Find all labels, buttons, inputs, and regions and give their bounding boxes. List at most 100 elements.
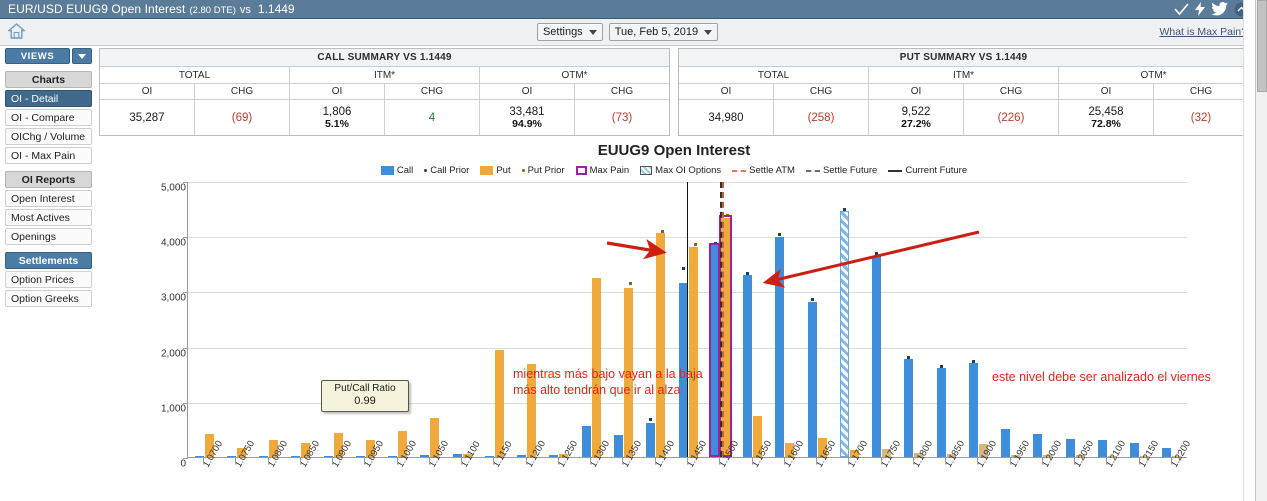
legend-swatch-square-icon xyxy=(380,166,394,175)
bar-put[interactable] xyxy=(656,233,666,457)
bar-call[interactable] xyxy=(775,236,785,457)
sidebar-item-option-prices[interactable]: Option Prices xyxy=(5,271,92,288)
summary-cell: 33,481 94.9% xyxy=(480,100,575,135)
y-axis-tick-mark xyxy=(183,237,188,239)
bar-call[interactable] xyxy=(613,434,623,457)
bar-call[interactable] xyxy=(484,455,494,457)
summary-cell-value: 9,522 xyxy=(901,105,931,118)
chart-title: EUUG9 Open Interest xyxy=(597,142,751,159)
bar-call[interactable] xyxy=(581,426,591,457)
summary-group-header: OTM* xyxy=(1059,67,1248,84)
summary-cell-value: 35,287 xyxy=(129,111,165,124)
legend-item-max-oi-options[interactable]: Max OI Options xyxy=(640,165,721,176)
bar-call[interactable] xyxy=(420,455,430,457)
legend-item-put-prior[interactable]: Put Prior xyxy=(521,165,565,176)
summary-tables: CALL SUMMARY VS 1.1449 TOTAL ITM* OTM* OI CHG… xyxy=(99,48,1249,136)
sidebar-item-oi-max-pain[interactable]: OI - Max Pain xyxy=(5,147,92,164)
summary-column-header: OI xyxy=(290,84,385,100)
bar-call[interactable] xyxy=(1033,434,1043,457)
summary-cell-value: 1,806 xyxy=(322,105,352,118)
legend-item-current-future[interactable]: Current Future xyxy=(888,165,967,176)
reference-price: 1.1449 xyxy=(257,2,295,16)
bar-call[interactable] xyxy=(355,455,365,457)
bar-call[interactable] xyxy=(1097,440,1107,457)
vertical-scrollbar[interactable] xyxy=(1255,0,1267,501)
bar-call[interactable] xyxy=(549,454,559,457)
summary-title: CALL SUMMARY VS 1.1449 xyxy=(100,49,669,67)
bar-call[interactable] xyxy=(452,453,462,457)
settle-atm-line xyxy=(722,182,725,457)
settings-dropdown[interactable]: Settings xyxy=(536,23,603,41)
views-button[interactable]: VIEWS xyxy=(5,48,70,64)
bar-call[interactable] xyxy=(743,274,753,457)
summary-cell-value: 33,481 xyxy=(509,105,545,118)
bar-put[interactable] xyxy=(688,247,698,457)
marker-call-prior xyxy=(971,360,975,364)
summary-cell: 4 xyxy=(385,100,480,135)
bar-call[interactable] xyxy=(194,455,204,457)
bar-max-oi-option[interactable] xyxy=(839,211,849,457)
y-axis-tick-mark xyxy=(183,347,188,349)
bar-call[interactable] xyxy=(323,455,333,457)
bar-call[interactable] xyxy=(646,423,656,457)
bar-call[interactable] xyxy=(1065,439,1075,457)
bar-call[interactable] xyxy=(1162,448,1172,457)
sidebar-item-oichg-volume[interactable]: OIChg / Volume xyxy=(5,128,92,145)
window-title-group: EUR/USD EUUG9 Open Interest (2.80 DTE) v… xyxy=(8,2,295,16)
sidebar-item-option-greeks[interactable]: Option Greeks xyxy=(5,290,92,307)
marker-call-prior xyxy=(842,207,846,211)
legend-label: Max OI Options xyxy=(655,165,722,176)
summary-cell: 35,287 xyxy=(100,100,195,135)
views-row: VIEWS xyxy=(5,48,92,64)
bar-call[interactable] xyxy=(968,363,978,457)
legend-item-max-pain[interactable]: Max Pain xyxy=(575,165,629,176)
sidebar-item-oi-detail[interactable]: OI - Detail xyxy=(5,90,92,107)
sidebar-group-charts: Charts xyxy=(5,71,92,88)
sidebar-item-open-interest[interactable]: Open Interest xyxy=(5,190,92,207)
summary-column-header: CHG xyxy=(1154,84,1248,100)
bar-call[interactable] xyxy=(807,302,817,457)
legend-item-call[interactable]: Call xyxy=(380,165,413,176)
summary-group-header-row: TOTAL ITM* OTM* xyxy=(100,67,669,84)
bar-call[interactable] xyxy=(226,455,236,457)
chevron-down-icon xyxy=(78,53,86,59)
summary-column-header: CHG xyxy=(385,84,480,100)
legend-item-put[interactable]: Put xyxy=(480,165,511,176)
sidebar-item-openings[interactable]: Openings xyxy=(5,228,92,245)
legend-swatch-square-icon xyxy=(480,166,494,175)
bar-call[interactable] xyxy=(517,454,527,457)
plot-area: 0 1,000 2,000 3,000 4,000 5,000 xyxy=(161,182,1187,470)
bar-call[interactable] xyxy=(1001,429,1011,457)
y-axis-tick-mark xyxy=(183,292,188,294)
summary-cell: 34,980 xyxy=(679,100,774,135)
bar-call[interactable] xyxy=(1130,442,1140,457)
bar-call[interactable] xyxy=(904,358,914,457)
summary-group-header: TOTAL xyxy=(679,67,869,84)
sidebar-item-most-actives[interactable]: Most Actives xyxy=(5,209,92,226)
marker-call-prior xyxy=(907,355,911,359)
legend-item-settle-future[interactable]: Settle Future xyxy=(805,165,877,176)
bar-call[interactable] xyxy=(872,255,882,457)
summary-column-header: OI xyxy=(1059,84,1154,100)
bar-call[interactable] xyxy=(259,455,269,457)
date-dropdown[interactable]: Tue, Feb 5, 2019 xyxy=(608,23,719,41)
summary-cell: (226) xyxy=(964,100,1059,135)
legend-swatch-hatched-square-icon xyxy=(640,166,653,175)
bar-call[interactable] xyxy=(291,455,301,457)
scrollbar-thumb[interactable] xyxy=(1257,0,1267,92)
bar-call[interactable] xyxy=(936,368,946,457)
twitter-icon[interactable] xyxy=(1211,2,1228,16)
summary-group-header: ITM* xyxy=(869,67,1059,84)
what-is-max-pain-link[interactable]: What is Max Pain? xyxy=(1159,26,1247,38)
summary-group-header: ITM* xyxy=(290,67,480,84)
legend-item-settle-atm[interactable]: Settle ATM xyxy=(732,165,795,176)
bar-call[interactable] xyxy=(388,455,398,457)
sidebar-item-oi-compare[interactable]: OI - Compare xyxy=(5,109,92,126)
check-icon[interactable] xyxy=(1174,2,1189,16)
marker-call-prior xyxy=(649,417,653,421)
days-to-expiry: (2.80 DTE) xyxy=(189,5,236,16)
legend-item-call-prior[interactable]: Call Prior xyxy=(424,165,469,176)
lightning-icon[interactable] xyxy=(1195,2,1205,16)
views-dropdown-button[interactable] xyxy=(72,48,92,64)
bar-put[interactable] xyxy=(494,349,504,457)
